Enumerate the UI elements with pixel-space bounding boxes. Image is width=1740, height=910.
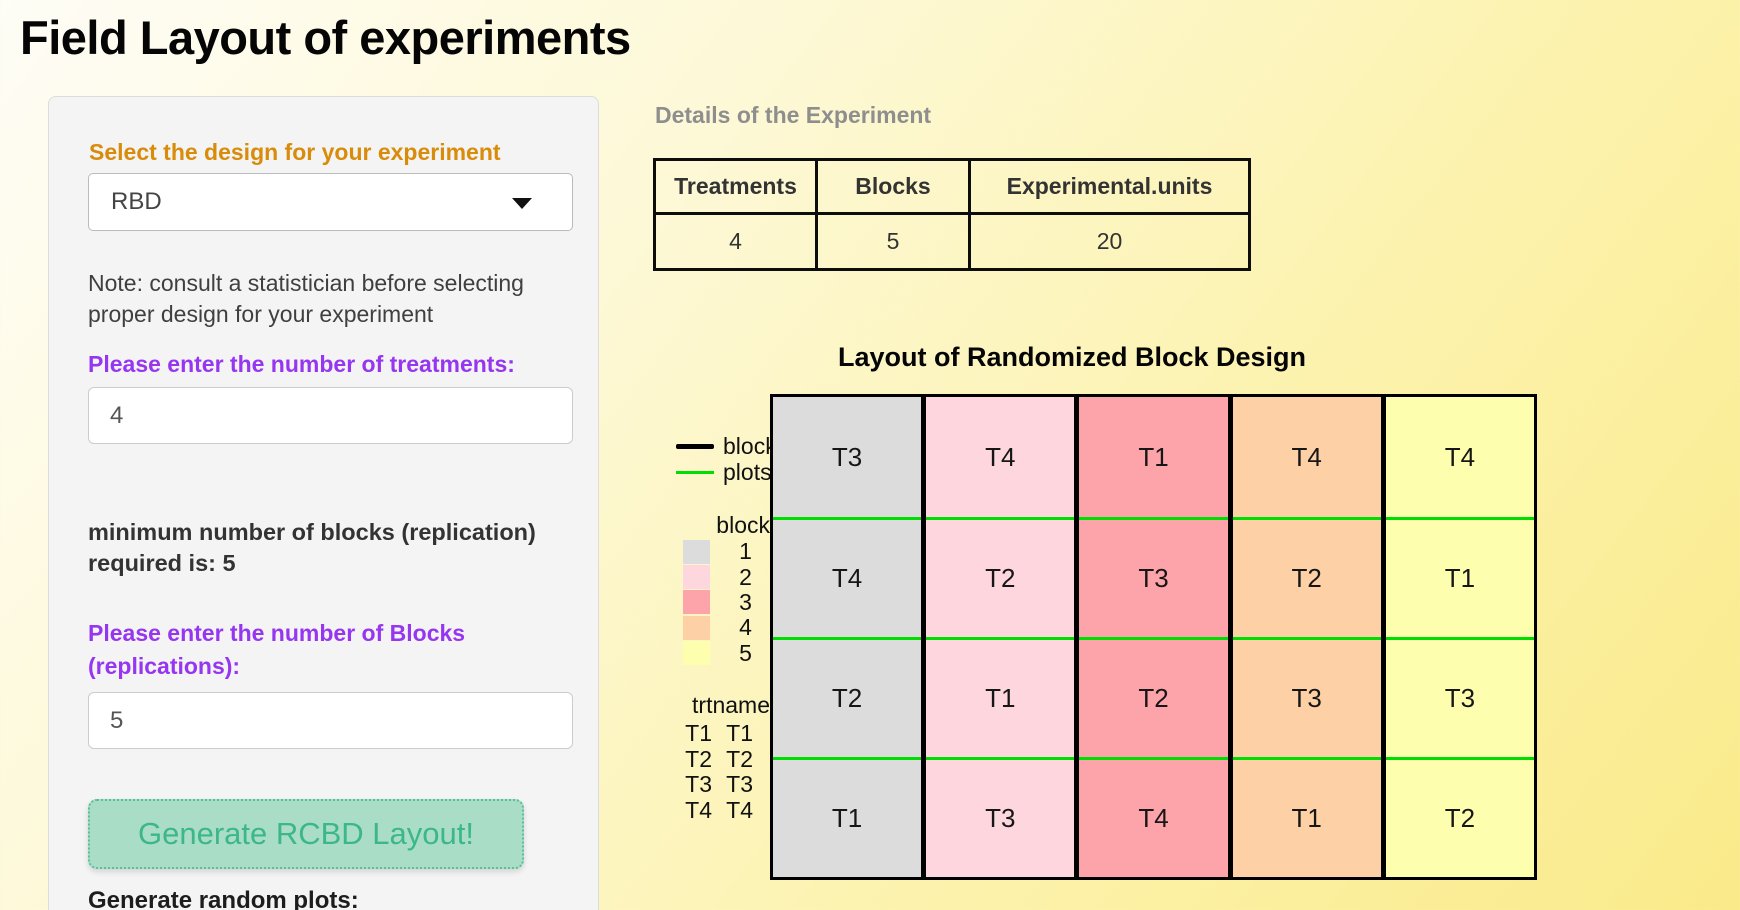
plot-cell: T4 <box>1233 397 1381 517</box>
block-column-2: T4 T2 T1 T3 <box>926 397 1074 877</box>
trt-value: T1 <box>712 720 753 746</box>
header-experimental-units: Experimental.units <box>970 160 1250 214</box>
plot-cell: T4 <box>773 517 921 637</box>
legend-block-5: 5 <box>683 641 775 666</box>
treatments-input[interactable] <box>88 387 573 444</box>
plot-cell: T3 <box>1233 637 1381 757</box>
block-color-swatch <box>683 616 710 640</box>
legend-plots-label: plots <box>723 459 772 486</box>
plot-cell: T2 <box>926 517 1074 637</box>
statistician-note: Note: consult a statistician before sele… <box>88 268 566 330</box>
blocks-input-label: Please enter the number of Blocks (repli… <box>88 617 520 683</box>
details-heading: Details of the Experiment <box>655 102 931 129</box>
treatments-input-label: Please enter the number of treatments: <box>88 348 515 381</box>
plot-cell: T4 <box>1386 397 1534 517</box>
block-id-label: 1 <box>716 538 775 565</box>
plot-cell: T1 <box>1079 397 1227 517</box>
legend-block-3: 3 <box>683 590 775 615</box>
dropdown-caret-icon <box>512 198 532 209</box>
block-id-label: 5 <box>716 640 775 667</box>
plot-title: Layout of Randomized Block Design <box>772 342 1372 373</box>
trt-key: T4 <box>640 797 712 823</box>
block-column-3: T1 T3 T2 T4 <box>1079 397 1227 877</box>
page-title: Field Layout of experiments <box>20 10 631 65</box>
sidebar-panel: Select the design for your experiment RB… <box>48 96 599 910</box>
block-column-5: T4 T1 T3 T2 <box>1386 397 1534 877</box>
plot-cell: T2 <box>1386 757 1534 877</box>
block-color-swatch <box>683 590 710 614</box>
rcbd-layout-grid: T3 T4 T2 T1 T4 T2 T1 T3 T1 T3 T2 T4 T4 T… <box>770 394 1537 880</box>
design-select-value: RBD <box>111 188 162 216</box>
trt-value: T2 <box>712 746 753 772</box>
value-experimental-units: 20 <box>970 214 1250 270</box>
header-treatments: Treatments <box>655 160 817 214</box>
legend-block-1: 1 <box>683 539 775 564</box>
block-column-1: T3 T4 T2 T1 <box>773 397 921 877</box>
legend-trtname: trtname T1 T1 T2 T2 T3 T3 T4 T4 <box>640 692 770 822</box>
table-header-row: Treatments Blocks Experimental.units <box>655 160 1250 214</box>
generate-rcbd-layout-button[interactable]: Generate RCBD Layout! <box>88 799 524 869</box>
trt-key: T3 <box>640 771 712 797</box>
block-column-4: T4 T2 T3 T1 <box>1233 397 1381 877</box>
block-color-swatch <box>683 565 710 589</box>
legend-block-colors: block 1 2 3 4 5 <box>683 512 775 666</box>
block-id-label: 3 <box>716 589 775 616</box>
value-treatments: 4 <box>655 214 817 270</box>
min-blocks-message: minimum number of blocks (replication) r… <box>88 517 556 579</box>
plot-cell: T4 <box>926 397 1074 517</box>
experiment-details-table: Treatments Blocks Experimental.units 4 5… <box>653 158 1251 271</box>
legend-trtname-title: trtname <box>640 692 770 720</box>
blocks-line-icon <box>676 444 714 449</box>
block-id-label: 2 <box>716 564 775 591</box>
block-color-swatch <box>683 641 710 665</box>
plot-cell: T2 <box>1233 517 1381 637</box>
plot-cell: T1 <box>926 637 1074 757</box>
legend-trt-1: T1 T1 <box>640 720 770 746</box>
plot-cell: T1 <box>1386 517 1534 637</box>
header-blocks: Blocks <box>817 160 970 214</box>
trt-value: T3 <box>712 771 753 797</box>
legend-block-4: 4 <box>683 615 775 640</box>
legend-trt-2: T2 T2 <box>640 746 770 772</box>
plot-cell: T4 <box>1079 757 1227 877</box>
plot-cell: T3 <box>926 757 1074 877</box>
plot-cell: T1 <box>773 757 921 877</box>
blocks-input[interactable] <box>88 692 573 749</box>
legend-block-2: 2 <box>683 564 775 589</box>
plot-cell: T3 <box>1079 517 1227 637</box>
design-select-label: Select the design for your experiment <box>89 139 501 166</box>
plot-cell: T2 <box>1079 637 1227 757</box>
plot-cell: T2 <box>773 637 921 757</box>
legend-trt-3: T3 T3 <box>640 771 770 797</box>
plot-cell: T1 <box>1233 757 1381 877</box>
legend-block-title: block <box>683 512 775 539</box>
plots-line-icon <box>676 471 714 474</box>
trt-value: T4 <box>712 797 753 823</box>
table-value-row: 4 5 20 <box>655 214 1250 270</box>
value-blocks: 5 <box>817 214 970 270</box>
trt-key: T2 <box>640 746 712 772</box>
design-select-dropdown[interactable]: RBD <box>88 173 573 231</box>
plot-cell: T3 <box>1386 637 1534 757</box>
trt-key: T1 <box>640 720 712 746</box>
legend-trt-4: T4 T4 <box>640 797 770 823</box>
block-color-swatch <box>683 540 710 564</box>
block-id-label: 4 <box>716 614 775 641</box>
plot-cell: T3 <box>773 397 921 517</box>
generate-random-plots-label: Generate random plots: <box>88 887 359 910</box>
